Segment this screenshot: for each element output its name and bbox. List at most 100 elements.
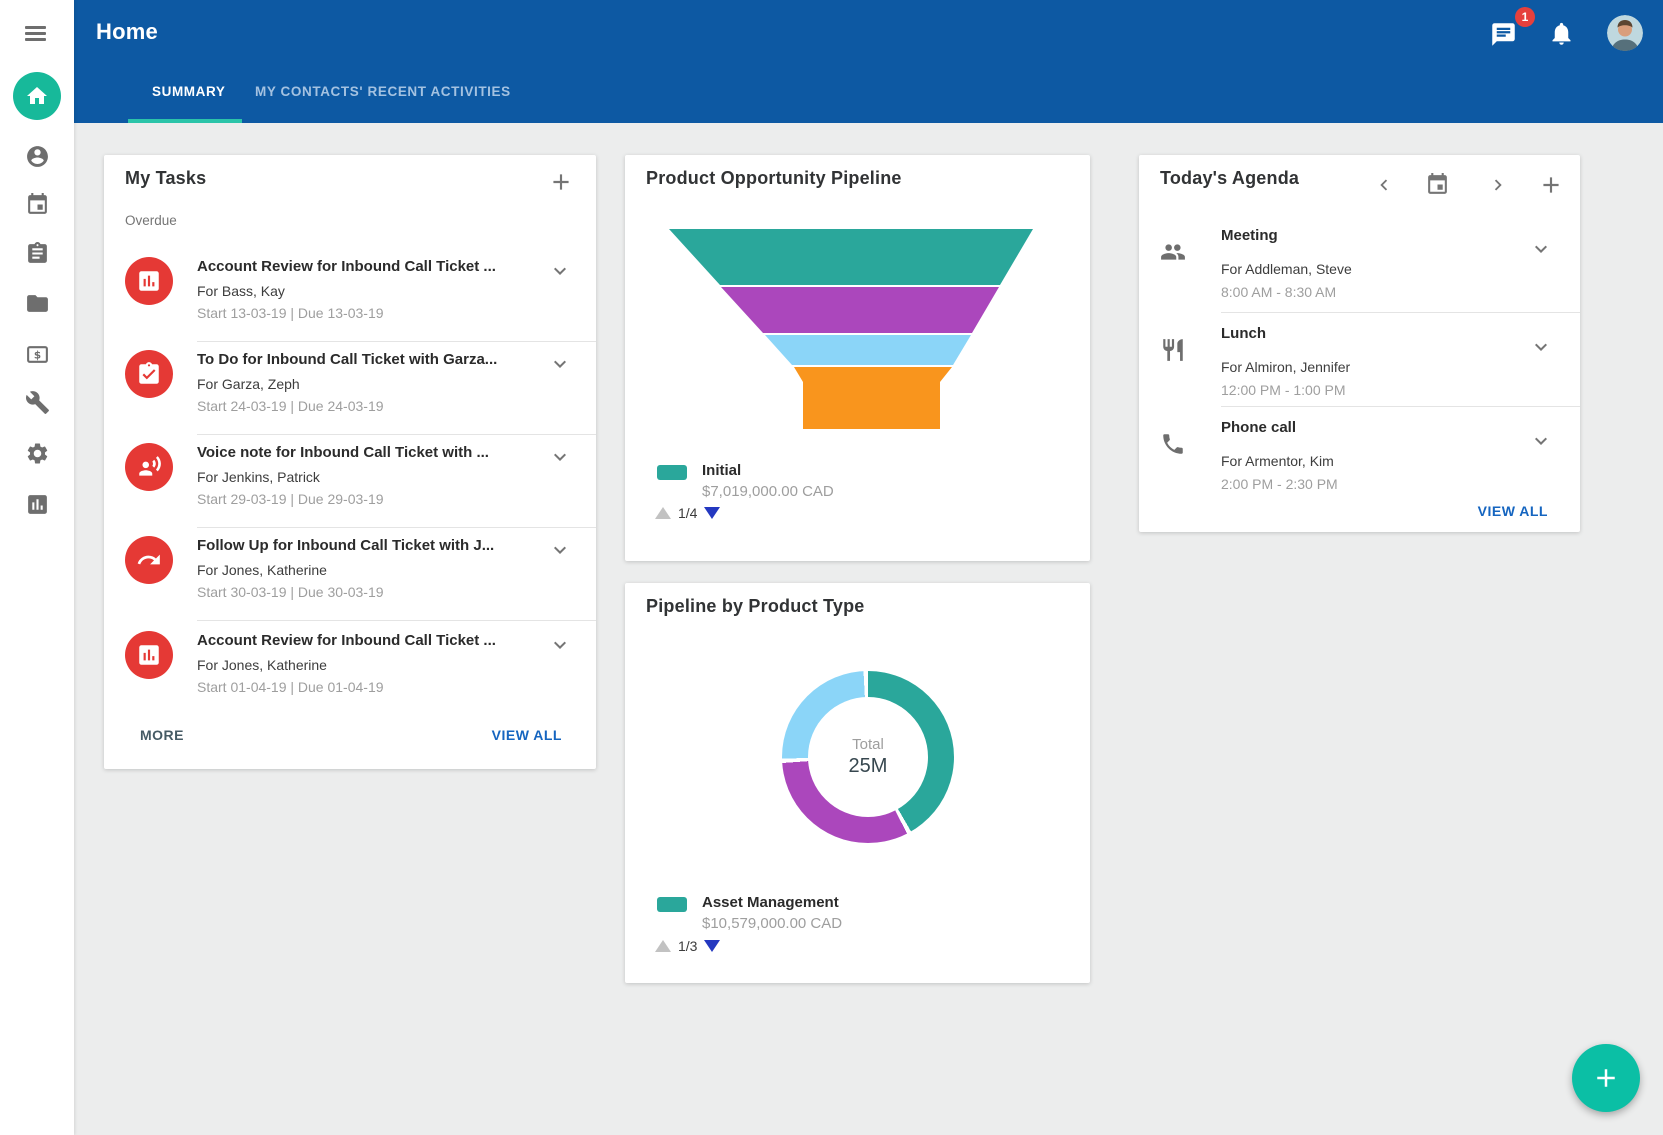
plus-icon [1591, 1063, 1621, 1093]
task-title: Account Review for Inbound Call Ticket .… [197, 632, 549, 649]
donut-total-label: Total [852, 736, 884, 753]
agenda-item-title: Phone call [1221, 419, 1296, 436]
app-bar: Home SUMMARY MY CONTACTS' RECENT ACTIVIT… [74, 0, 1663, 123]
agenda-item[interactable]: Phone call For Armentor, Kim 2:00 PM - 2… [1139, 407, 1580, 501]
page-title: Home [96, 19, 158, 45]
fab-add-button[interactable] [1572, 1044, 1640, 1112]
home-icon [25, 84, 49, 108]
agenda-item[interactable]: Lunch For Almiron, Jennifer 12:00 PM - 1… [1139, 313, 1580, 407]
task-dates: Start 29-03-19 | Due 29-03-19 [197, 491, 384, 507]
donut-card-title: Pipeline by Product Type [646, 596, 865, 617]
tab-recent-activities[interactable]: MY CONTACTS' RECENT ACTIVITIES [255, 84, 511, 99]
agenda-item-title: Lunch [1221, 325, 1266, 342]
add-task-icon[interactable] [548, 169, 574, 195]
user-avatar[interactable] [1607, 15, 1643, 51]
donut-legend-swatch [657, 897, 687, 912]
tab-summary[interactable]: SUMMARY [152, 84, 225, 99]
phone-icon [1160, 431, 1186, 457]
bell-icon[interactable] [1548, 20, 1575, 47]
donut-chart[interactable]: Total 25M [782, 671, 954, 843]
sidebar-item-calendar[interactable] [25, 192, 50, 217]
lunch-icon [1160, 337, 1186, 363]
chevron-left-icon[interactable] [1373, 174, 1395, 196]
funnel-chart[interactable] [625, 155, 1090, 445]
add-activity-icon[interactable] [1538, 172, 1564, 198]
pager-text: 1/3 [678, 938, 697, 954]
chat-icon[interactable] [1490, 21, 1517, 48]
task-assignee: For Jenkins, Patrick [197, 469, 320, 485]
sidebar-item-quotes[interactable]: $ [25, 342, 50, 367]
follow-up-icon [125, 536, 173, 584]
task-assignee: For Jones, Katherine [197, 657, 327, 673]
task-row[interactable]: Account Review for Inbound Call Ticket .… [104, 249, 596, 342]
donut-legend-pager: 1/3 [655, 938, 720, 954]
tab-summary-label: SUMMARY [152, 84, 225, 99]
poll-icon [125, 257, 173, 305]
funnel-legend-label: Initial [702, 462, 741, 479]
donut-total-value: 25M [849, 755, 888, 778]
active-tab-underline [128, 119, 242, 123]
funnel-stage-2 [721, 287, 999, 333]
donut-legend-value: $10,579,000.00 CAD [702, 915, 842, 932]
more-button[interactable]: MORE [140, 727, 184, 743]
funnel-stage-1 [669, 229, 1033, 285]
sidebar-item-contacts[interactable] [25, 144, 50, 169]
poll-icon [125, 631, 173, 679]
home-dashboard-screen: Home SUMMARY MY CONTACTS' RECENT ACTIVIT… [0, 0, 1663, 1135]
task-dates: Start 01-04-19 | Due 01-04-19 [197, 679, 384, 695]
chevron-right-icon[interactable] [1487, 174, 1509, 196]
pipeline-by-product-card: Pipeline by Product Type Total 25M Asset… [625, 583, 1090, 983]
chevron-down-icon[interactable] [1529, 429, 1553, 453]
donut-center: Total 25M [808, 697, 928, 817]
agenda-card-title: Today's Agenda [1160, 168, 1299, 189]
funnel-legend-value: $7,019,000.00 CAD [702, 483, 834, 500]
meeting-icon [1160, 239, 1186, 265]
agenda-view-all-button[interactable]: VIEW ALL [1478, 503, 1548, 519]
pager-up-icon[interactable] [655, 940, 671, 952]
chevron-down-icon[interactable] [548, 259, 572, 283]
pager-up-icon[interactable] [655, 507, 671, 519]
sidebar-item-tasks[interactable] [25, 241, 50, 266]
sidebar-item-documents[interactable] [25, 291, 50, 316]
donut-legend-label: Asset Management [702, 894, 839, 911]
chevron-down-icon[interactable] [548, 633, 572, 657]
agenda-item-assignee: For Addleman, Steve [1221, 261, 1352, 277]
tab-recent-activities-label: MY CONTACTS' RECENT ACTIVITIES [255, 84, 511, 99]
sidebar-item-home[interactable] [13, 72, 61, 120]
task-row[interactable]: To Do for Inbound Call Ticket with Garza… [104, 342, 596, 435]
task-group-label: Overdue [125, 213, 177, 228]
funnel-stage-3 [765, 335, 971, 365]
task-assignee: For Jones, Katherine [197, 562, 327, 578]
task-title: Account Review for Inbound Call Ticket .… [197, 258, 549, 275]
chevron-down-icon[interactable] [1529, 335, 1553, 359]
chevron-down-icon[interactable] [548, 445, 572, 469]
chevron-down-icon[interactable] [1529, 237, 1553, 261]
task-dates: Start 13-03-19 | Due 13-03-19 [197, 305, 384, 321]
task-title: To Do for Inbound Call Ticket with Garza… [197, 351, 549, 368]
task-row[interactable]: Account Review for Inbound Call Ticket .… [104, 623, 596, 716]
user-avatar-image [1607, 15, 1643, 51]
sidebar-item-tools[interactable] [25, 390, 50, 415]
pager-down-icon[interactable] [704, 940, 720, 952]
tasks-view-all-button[interactable]: VIEW ALL [492, 727, 562, 743]
task-row[interactable]: Voice note for Inbound Call Ticket with … [104, 435, 596, 528]
calendar-today-icon[interactable] [1425, 172, 1450, 197]
todays-agenda-card: Today's Agenda Meeting For Addleman, Ste… [1139, 155, 1580, 532]
hamburger-menu-icon[interactable] [25, 26, 46, 41]
pager-down-icon[interactable] [704, 507, 720, 519]
sidebar-nav: $ [0, 0, 74, 1135]
row-divider [197, 620, 596, 621]
agenda-item-assignee: For Armentor, Kim [1221, 453, 1334, 469]
task-dates: Start 24-03-19 | Due 24-03-19 [197, 398, 384, 414]
sidebar-item-settings[interactable] [25, 441, 50, 466]
sidebar-item-reports[interactable] [25, 492, 50, 517]
task-row[interactable]: Follow Up for Inbound Call Ticket with J… [104, 528, 596, 621]
task-assignee: For Bass, Kay [197, 283, 285, 299]
chat-badge: 1 [1515, 7, 1535, 27]
chevron-down-icon[interactable] [548, 352, 572, 376]
agenda-item[interactable]: Meeting For Addleman, Steve 8:00 AM - 8:… [1139, 215, 1580, 313]
todo-check-icon [125, 350, 173, 398]
opportunity-pipeline-card: Product Opportunity Pipeline Initial $7,… [625, 155, 1090, 561]
task-assignee: For Garza, Zeph [197, 376, 300, 392]
chevron-down-icon[interactable] [548, 538, 572, 562]
